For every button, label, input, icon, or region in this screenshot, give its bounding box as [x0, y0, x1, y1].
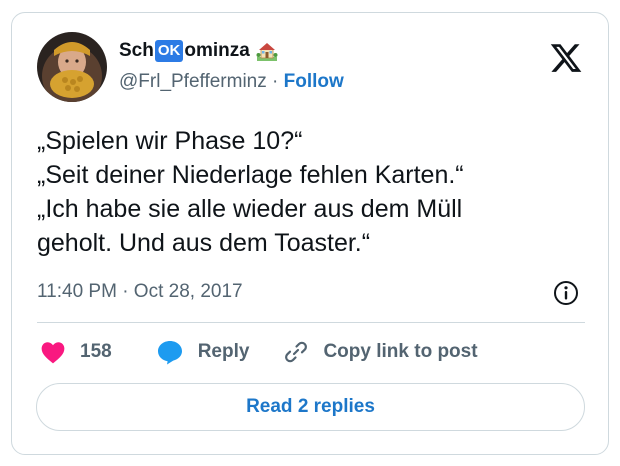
x-logo-icon[interactable]	[548, 41, 584, 75]
timestamp[interactable]: 11:40 PM · Oct 28, 2017	[37, 281, 243, 303]
author-name-prefix: Sch	[119, 40, 154, 61]
author-name-suffix: ominza	[184, 40, 250, 61]
reply-label: Reply	[197, 341, 250, 362]
avatar[interactable]	[37, 32, 107, 102]
like-button[interactable]: 158	[40, 340, 112, 364]
tweet-card: Sch OK ominza @Frl_Pfefferminz · Follow „S…	[11, 12, 609, 455]
link-icon	[285, 341, 308, 363]
read-replies-button[interactable]: Read 2 replies	[36, 383, 585, 431]
copy-link-label: Copy link to post	[323, 341, 478, 362]
divider	[37, 322, 585, 323]
follow-button[interactable]: Follow	[284, 71, 344, 92]
author-name[interactable]: Sch OK ominza	[119, 37, 278, 65]
heart-icon	[41, 342, 65, 364]
reply-bubble-icon	[157, 341, 182, 365]
handle-row: @Frl_Pfefferminz · Follow	[119, 71, 344, 93]
ok-badge: OK	[154, 40, 184, 62]
tweet-line: „Seit deiner Niederlage fehlen Karten.“	[37, 161, 464, 189]
info-icon[interactable]	[552, 279, 580, 307]
tweet-line: „Ich habe sie alle wieder aus dem Müll	[37, 195, 463, 223]
copy-link-button[interactable]: Copy link to post	[283, 339, 478, 365]
like-count: 158	[80, 341, 112, 362]
tweet-line: „Spielen wir Phase 10?“	[37, 127, 303, 155]
action-bar: 158 Reply Copy link to post	[40, 337, 478, 367]
tweet-text: „Spielen wir Phase 10?“ „Seit deiner Nie…	[37, 124, 587, 260]
tweet-line: geholt. Und aus dem Toaster.“	[37, 229, 371, 257]
author-handle[interactable]: @Frl_Pfefferminz	[119, 71, 267, 92]
reply-button[interactable]: Reply	[156, 339, 250, 365]
separator: ·	[266, 71, 284, 92]
house-with-garden-icon	[256, 40, 278, 62]
